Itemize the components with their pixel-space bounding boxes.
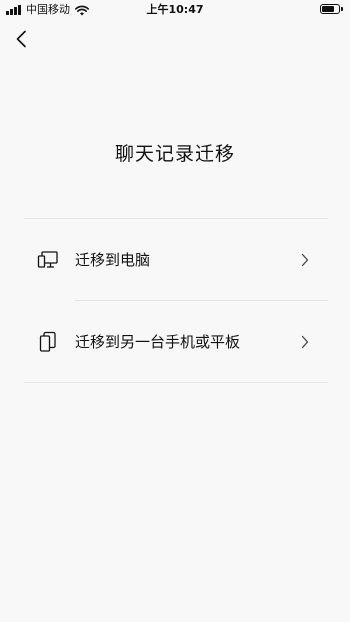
status-bar: 中国移动 上午10:47	[0, 0, 350, 20]
battery-level	[322, 6, 334, 12]
battery-cap	[341, 7, 343, 11]
battery-icon	[320, 4, 340, 14]
option-label-computer: 迁移到电脑	[75, 251, 151, 269]
divider-bottom	[24, 382, 328, 383]
migrate-to-phone-option[interactable]: 迁移到另一台手机或平板	[24, 302, 328, 382]
phone-tablet-icon	[36, 330, 60, 354]
migrate-to-computer-option[interactable]: 迁移到电脑	[24, 220, 328, 300]
back-button[interactable]	[10, 28, 32, 50]
status-time: 上午10:47	[146, 3, 204, 16]
screen: 中国移动 上午10:47 聊天记录迁移 迁移到电脑 迁移到另一台手机或平板	[0, 0, 350, 622]
divider-middle	[75, 300, 328, 301]
divider-top	[24, 218, 328, 219]
chevron-right-icon	[298, 335, 312, 349]
chevron-left-icon	[16, 30, 26, 48]
chevron-right-icon	[298, 253, 312, 267]
computer-icon	[36, 248, 60, 272]
option-label-phone: 迁移到另一台手机或平板	[75, 333, 241, 351]
page-title: 聊天记录迁移	[114, 143, 235, 165]
